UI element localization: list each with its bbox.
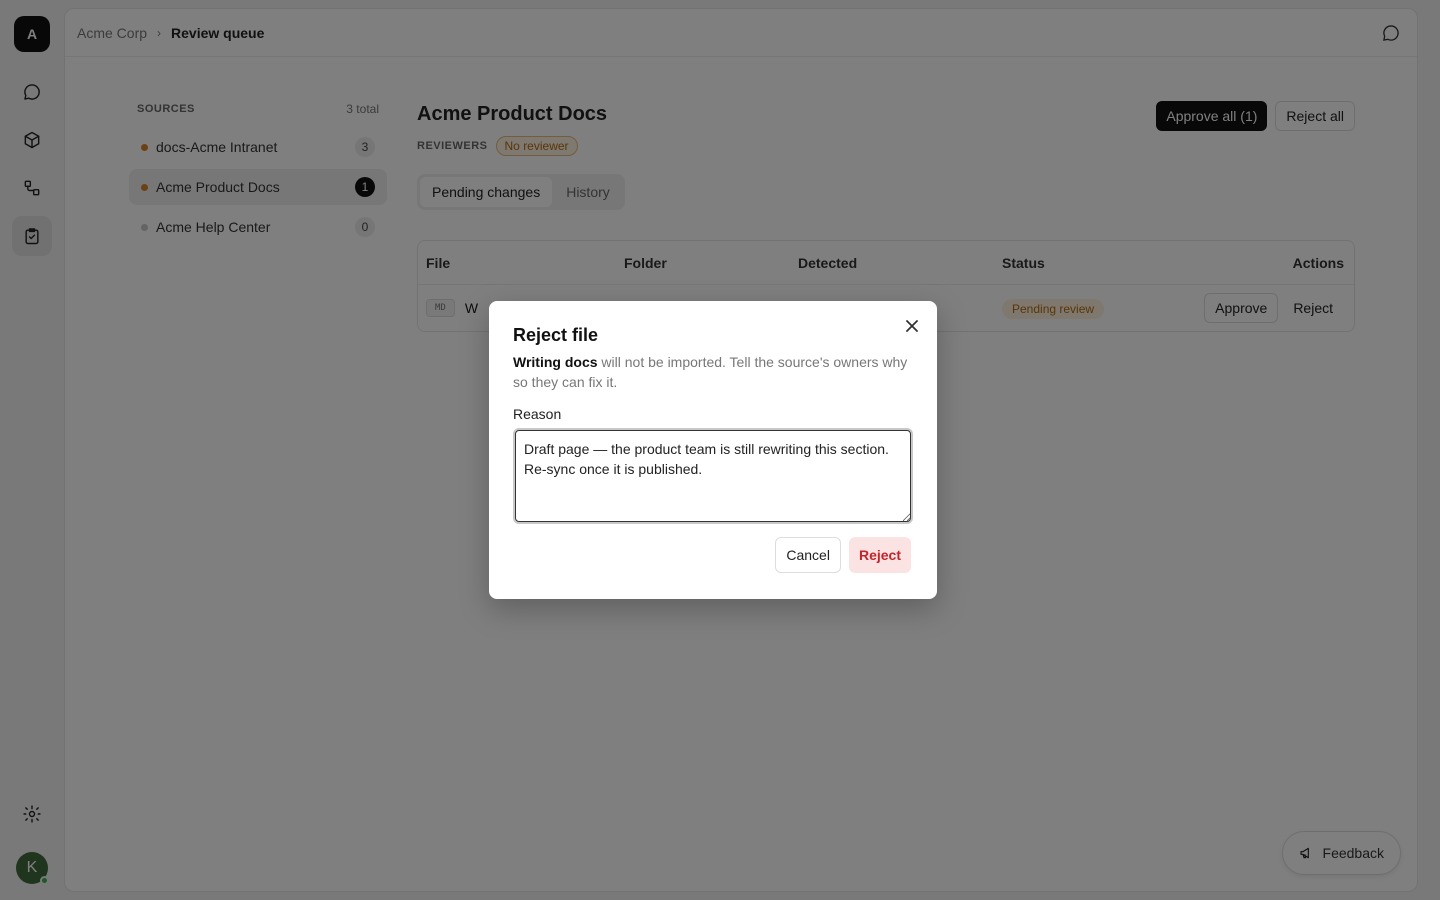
close-icon — [906, 320, 918, 332]
dialog-title: Reject file — [513, 325, 599, 345]
cancel-button[interactable]: Cancel — [775, 537, 841, 573]
dialog-description: Writing docs will not be imported. Tell … — [513, 352, 913, 392]
reject-file-dialog: Reject file Writing docs will not be imp… — [489, 301, 937, 599]
reason-textarea[interactable]: Draft page — the product team is still r… — [513, 428, 913, 524]
reason-label: Reason — [513, 406, 562, 422]
close-button[interactable] — [903, 317, 921, 335]
dialog-file-name: Writing docs — [513, 354, 598, 370]
reject-button[interactable]: Reject — [848, 537, 911, 573]
